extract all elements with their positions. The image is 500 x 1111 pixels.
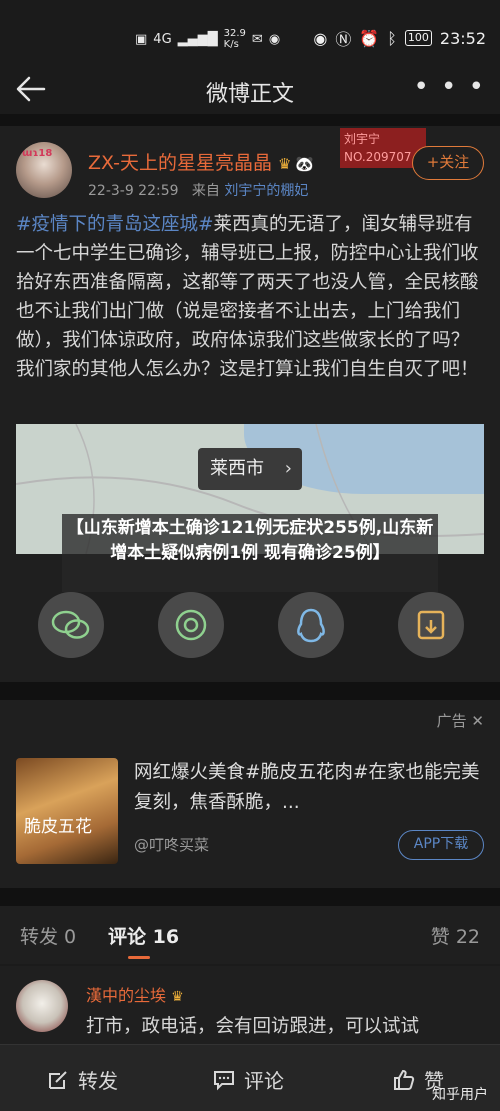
tab-likes[interactable]: 赞 22	[431, 922, 480, 949]
bluetooth-icon: ᛒ	[387, 28, 397, 48]
post-date: 22-3-9 22:59	[88, 183, 179, 199]
net-speed: 32.9	[223, 28, 246, 39]
save-image-button[interactable]	[398, 592, 464, 658]
status-left: ▣ 4G ▂▄▆█ 32.9 K/s ✉ ◉	[135, 28, 280, 50]
post-card: ɯɿ18 ZX-天上的星星亮晶晶 ♛ 🐼 刘宇宁 NO.209707 +关注 22-…	[0, 126, 500, 682]
repost-button[interactable]: 转发	[46, 1065, 118, 1094]
battery-icon: 100	[404, 30, 432, 46]
comment-item: 漢中的尘埃 ♛ 打市，政电话，会有回访跟进，可以试试	[0, 966, 500, 1046]
divider	[0, 888, 500, 906]
fan-badge-no: NO.209707	[344, 150, 412, 164]
from-label: 来自	[191, 183, 220, 199]
tab-comments[interactable]: 评论 16	[108, 922, 179, 949]
comment-text: 打市，政电话，会有回访跟进，可以试试	[86, 1016, 420, 1037]
eye-icon: ◉	[313, 28, 328, 48]
nav-bar: 微博正文 • • •	[0, 66, 500, 114]
commenter-name[interactable]: 漢中的尘埃 ♛	[86, 982, 184, 1006]
repost-icon	[49, 1070, 67, 1089]
wechat-icon	[51, 610, 90, 639]
moments-icon	[175, 609, 207, 641]
news-caption-overlay: 【山东新增本土确诊121例无症状255例,山东新增本土疑似病例1例 现有确诊25…	[62, 514, 438, 592]
ad-source: @叮咚买菜	[134, 836, 210, 854]
divider	[0, 114, 500, 126]
author-name[interactable]: ZX-天上的星星亮晶晶 ♛ 🐼	[88, 148, 314, 175]
ad-label: 广告 ✕	[437, 710, 484, 731]
interaction-tabs: 转发 0 评论 16 赞 22	[0, 906, 500, 964]
zhihu-watermark: 知乎用户	[432, 1087, 488, 1103]
nfc-icon: Ⓝ	[335, 30, 352, 49]
panda-icon: 🐼	[295, 155, 315, 173]
comment-icon	[214, 1070, 234, 1090]
tab-repost[interactable]: 转发 0	[20, 922, 76, 949]
map-location-text: 莱西市	[210, 458, 264, 479]
post-body: #疫情下的青岛这座城#莱西真的无语了，闺女辅导班有一个七中学生已确诊，辅导班已上…	[16, 210, 484, 384]
app-download-button[interactable]: APP下载	[398, 830, 484, 860]
map-location-label[interactable]: 莱西市 ›	[198, 448, 302, 490]
wechat-status-icon: ◉	[268, 31, 281, 47]
crown-icon: ♛	[171, 989, 184, 1005]
save-image-icon	[417, 610, 445, 640]
commenter-name-text: 漢中的尘埃	[86, 986, 167, 1005]
clock: 23:52	[439, 28, 486, 48]
topic-link[interactable]: #疫情下的青岛这座城#	[16, 214, 214, 235]
chevron-right-icon: ›	[284, 458, 292, 479]
repost-label: 转发	[78, 1069, 118, 1093]
bottom-action-bar: 转发 评论 赞	[0, 1044, 500, 1111]
network-label: 4G	[153, 31, 172, 47]
sim-icon: ▣	[135, 31, 148, 47]
alarm-icon: ⏰	[359, 28, 380, 48]
fan-badge-name: 刘宇宁	[344, 132, 381, 146]
ad-image[interactable]: 脆皮五花	[16, 758, 118, 864]
notification-icon: ✉	[251, 31, 263, 47]
commenter-avatar[interactable]	[16, 980, 68, 1032]
avatar-tag: ɯɿ18	[22, 148, 53, 159]
qq-icon	[297, 608, 325, 643]
close-icon[interactable]: ✕	[471, 712, 484, 730]
ad-title[interactable]: 网红爆火美食#脆皮五花肉#在家也能完美复刻，焦香酥脆，...	[134, 758, 484, 818]
status-bar: ▣ 4G ▂▄▆█ 32.9 K/s ✉ ◉ ◉ Ⓝ ⏰ ᛒ 100 23:52	[0, 0, 500, 66]
share-qq-button[interactable]	[278, 592, 344, 658]
comment-label: 评论	[244, 1069, 284, 1093]
author-avatar[interactable]: ɯɿ18	[16, 142, 72, 198]
status-right: ◉ Ⓝ ⏰ ᛒ 100 23:52	[313, 26, 486, 50]
ad-label-text: 广告	[436, 712, 467, 730]
follow-button[interactable]: +关注	[412, 146, 484, 180]
comment-button[interactable]: 评论	[212, 1065, 284, 1094]
share-row	[0, 584, 500, 664]
crown-icon: ♛	[277, 155, 292, 173]
active-tab-indicator	[128, 956, 150, 959]
net-speed-unit: K/s	[223, 39, 239, 50]
signal-icon: ▂▄▆█	[177, 31, 218, 47]
share-wechat-button[interactable]	[38, 592, 104, 658]
share-moments-button[interactable]	[158, 592, 224, 658]
divider	[0, 682, 500, 700]
thumbs-up-icon	[394, 1069, 415, 1090]
ad-image-text: 脆皮五花	[24, 817, 92, 837]
post-source[interactable]: 刘宇宁的棚妃	[224, 183, 308, 199]
ad-card[interactable]: 广告 ✕ 脆皮五花 网红爆火美食#脆皮五花肉#在家也能完美复刻，焦香酥脆，...…	[0, 700, 500, 888]
post-meta: 22-3-9 22:59 来自 刘宇宁的棚妃	[88, 180, 308, 200]
author-name-text: ZX-天上的星星亮晶晶	[88, 152, 272, 174]
post-text: 莱西真的无语了，闺女辅导班有一个七中学生已确诊，辅导班已上报，防控中心让我们收拾…	[16, 214, 479, 380]
more-button[interactable]: • • •	[413, 72, 486, 102]
